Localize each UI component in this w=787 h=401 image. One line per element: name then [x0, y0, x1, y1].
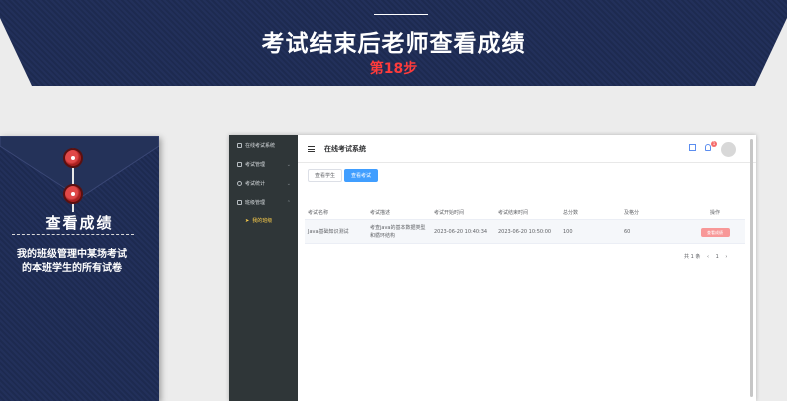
- sidebar-item-label: 班级管理: [245, 200, 266, 206]
- bell-icon[interactable]: [705, 144, 711, 151]
- avatar[interactable]: [721, 142, 736, 157]
- cell-pass-score: 60: [624, 229, 631, 235]
- pagination-page[interactable]: 1: [716, 254, 719, 260]
- envelope-button-top-icon: [63, 148, 83, 168]
- table-row: Java基础知识测试 考查java的基本数据类型和循环结构 2023-06-20…: [305, 220, 745, 244]
- envelope-button-bottom-icon: [63, 184, 83, 204]
- pagination-next-icon[interactable]: ›: [725, 254, 727, 260]
- table-header: 考试名称 考试描述 考试开始时间 考试结束时间 总分数 及格分 操作: [305, 206, 745, 220]
- sidebar-item-my-class[interactable]: ➤ 我的班级: [229, 215, 298, 227]
- sidebar: 在线考试系统 考试管理 ⌄ 考试统计 ⌄ 班级管理 ⌃ ➤ 我的班级: [229, 135, 298, 401]
- card-description: 我的班级管理中某场考试的本班学生的所有试卷: [17, 249, 127, 274]
- pagination: 共 1 条 ‹ 1 ›: [684, 253, 732, 260]
- pagination-prev-icon[interactable]: ‹: [707, 254, 709, 260]
- sidebar-item-exam-statistics[interactable]: 考试统计 ⌄: [229, 175, 298, 193]
- card-title: 查看成绩: [45, 214, 114, 232]
- cell-action: 查看成绩: [685, 228, 745, 237]
- cell-exam-description: 考查java的基本数据类型和循环结构: [370, 225, 426, 239]
- top-banner: 考试结束后老师查看成绩 第18步: [0, 0, 787, 86]
- column-header: 考试结束时间: [498, 210, 529, 216]
- sidebar-item-label: 在线考试系统: [245, 143, 276, 149]
- chevron-up-icon: ⌃: [286, 200, 291, 206]
- column-header: 考试描述: [370, 210, 391, 216]
- chart-icon: [237, 181, 242, 186]
- cell-exam-name: Java基础知识测试: [308, 229, 349, 235]
- sidebar-item-label: 考试统计: [245, 181, 266, 187]
- banner-title: 考试结束后老师查看成绩: [261, 31, 526, 57]
- app-title: 在线考试系统: [324, 145, 366, 153]
- chevron-down-icon: ⌄: [286, 162, 291, 168]
- card-divider: [12, 234, 134, 235]
- hamburger-menu-icon[interactable]: [308, 146, 315, 152]
- column-header: 总分数: [563, 210, 579, 216]
- folder-icon: [237, 200, 242, 205]
- app-window: 在线考试系统 考试管理 ⌄ 考试统计 ⌄ 班级管理 ⌃ ➤ 我的班级 在线考试系统…: [229, 135, 756, 401]
- chevron-down-icon: ⌄: [286, 181, 291, 187]
- step-label: 第18步: [369, 61, 418, 77]
- view-scores-button[interactable]: 查看成绩: [700, 228, 730, 237]
- app-header: 在线考试系统 1: [298, 135, 756, 163]
- scrollbar[interactable]: [750, 139, 753, 397]
- column-header: 及格分: [624, 210, 640, 216]
- monitor-icon: [237, 143, 242, 148]
- sidebar-sub-label: 我的班级: [252, 218, 273, 224]
- pagination-total: 共 1 条: [684, 254, 701, 260]
- sidebar-item-home[interactable]: 在线考试系统: [229, 137, 298, 155]
- tab-view-exams[interactable]: 查看考试: [344, 169, 379, 182]
- banner-rule: [374, 14, 428, 15]
- sidebar-item-label: 考试管理: [245, 162, 266, 168]
- list-icon: [237, 162, 242, 167]
- fullscreen-icon[interactable]: [689, 144, 696, 151]
- column-header: 考试开始时间: [434, 210, 465, 216]
- cell-start-time: 2023-06-20 10:40:34: [434, 229, 488, 235]
- tab-view-students[interactable]: 查看学生: [308, 169, 343, 182]
- sidebar-item-exam-management[interactable]: 考试管理 ⌄: [229, 156, 298, 174]
- notification-badge: 1: [711, 141, 717, 147]
- sidebar-item-class-management[interactable]: 班级管理 ⌃: [229, 194, 298, 212]
- paper-plane-icon: ➤: [245, 218, 250, 224]
- cell-total-score: 100: [563, 229, 573, 235]
- column-header: 考试名称: [308, 210, 329, 216]
- envelope-card: 查看成绩 我的班级管理中某场考试的本班学生的所有试卷: [0, 136, 159, 401]
- column-header: 操作: [709, 210, 720, 216]
- cell-end-time: 2023-06-20 10:50:00: [498, 229, 552, 235]
